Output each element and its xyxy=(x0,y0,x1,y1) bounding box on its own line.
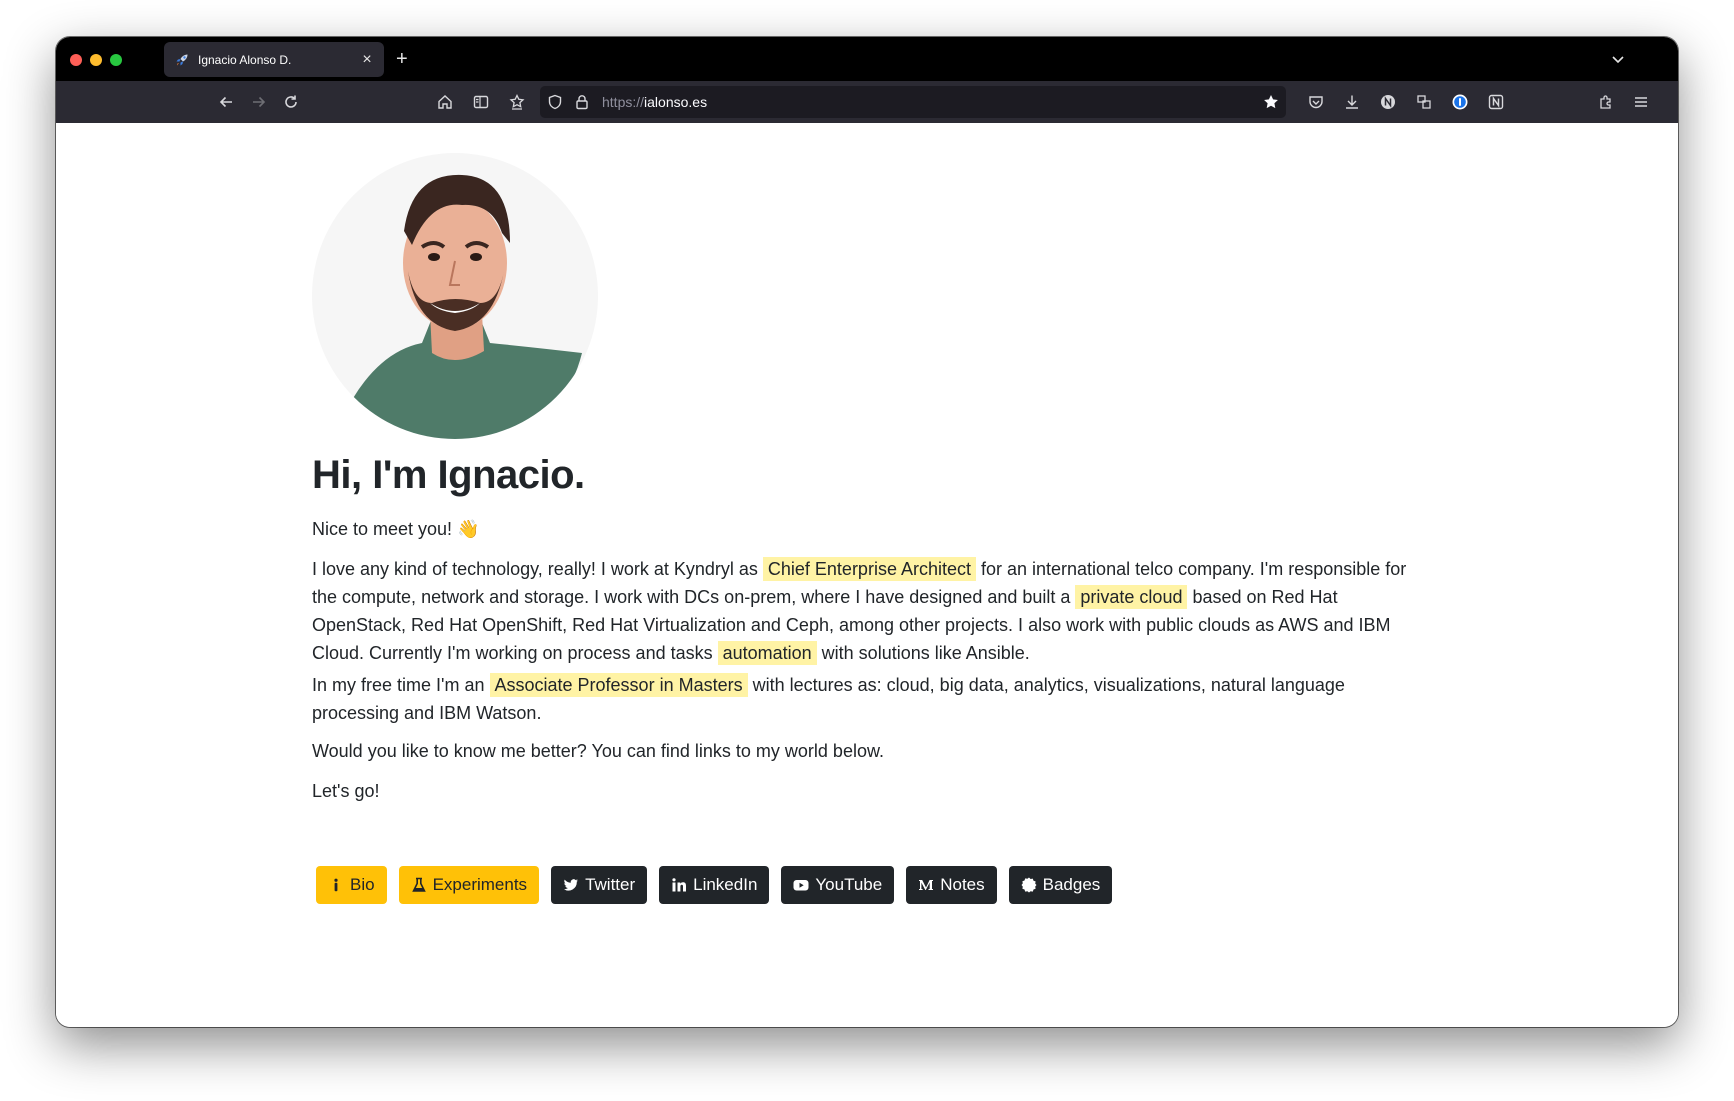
bio-button-label: Bio xyxy=(350,875,375,894)
tab-title: Ignacio Alonso D. xyxy=(198,52,292,67)
lock-icon[interactable] xyxy=(573,93,591,111)
youtube-icon xyxy=(793,877,809,893)
hamburger-menu-icon[interactable] xyxy=(1632,93,1650,111)
page-content: Hi, I'm Ignacio. Nice to meet you! 👋 I l… xyxy=(56,123,1678,1027)
certificate-icon xyxy=(1021,877,1037,893)
medium-icon xyxy=(918,877,934,893)
badges-button-label: Badges xyxy=(1042,875,1101,894)
reload-icon[interactable] xyxy=(282,93,300,111)
link-buttons: Bio Experiments Twitter LinkedIn YouTube… xyxy=(316,866,1113,904)
page-title: Hi, I'm Ignacio. xyxy=(312,453,585,497)
highlight-private-cloud: private cloud xyxy=(1075,585,1188,609)
back-arrow-icon[interactable] xyxy=(217,93,235,111)
bookmark-star-icon[interactable] xyxy=(1262,93,1280,111)
tab-close-button[interactable]: × xyxy=(356,51,378,68)
experiments-button[interactable]: Experiments xyxy=(398,866,540,904)
intro-paragraph: I love any kind of technology, really! I… xyxy=(312,555,1422,667)
shield-icon[interactable] xyxy=(546,93,564,111)
free-time-paragraph: In my free time I'm an Associate Profess… xyxy=(312,671,1422,727)
notes-button-label: Notes xyxy=(940,875,985,894)
url-bar[interactable]: https://ialonso.es xyxy=(540,86,1286,118)
experiments-button-label: Experiments xyxy=(432,875,528,894)
forward-arrow-icon[interactable] xyxy=(250,93,268,111)
avatar xyxy=(312,153,598,439)
greeting-text: Nice to meet you! 👋 xyxy=(312,519,480,539)
extension-n-icon[interactable] xyxy=(1379,93,1397,111)
url-text[interactable]: https://ialonso.es xyxy=(602,94,707,110)
tab-strip: Ignacio Alonso D. × + xyxy=(56,37,1678,81)
free-time-text: In my free time I'm an xyxy=(312,675,490,695)
extensions-puzzle-icon[interactable] xyxy=(1597,93,1615,111)
twitter-icon xyxy=(563,877,579,893)
browser-window: Ignacio Alonso D. × + https://ialonso.es… xyxy=(56,37,1678,1027)
notion-icon[interactable] xyxy=(1487,93,1505,111)
twitter-button[interactable]: Twitter xyxy=(551,866,648,904)
pocket-icon[interactable] xyxy=(1307,93,1325,111)
new-tab-button[interactable]: + xyxy=(396,49,408,69)
youtube-button-label: YouTube xyxy=(815,875,883,894)
flask-icon xyxy=(411,877,427,893)
url-host: ialonso.es xyxy=(644,94,708,110)
highlight-automation: automation xyxy=(717,641,817,665)
highlight-chief-enterprise-architect: Chief Enterprise Architect xyxy=(762,557,976,581)
browser-tab[interactable]: Ignacio Alonso D. × xyxy=(164,42,384,77)
navigation-toolbar: https://ialonso.es xyxy=(56,81,1678,123)
notes-button[interactable]: Notes xyxy=(906,866,997,904)
badges-button[interactable]: Badges xyxy=(1008,866,1113,904)
home-icon[interactable] xyxy=(436,93,454,111)
minimize-window-button[interactable] xyxy=(90,54,102,66)
know-me-paragraph: Would you like to know me better? You ca… xyxy=(312,741,884,761)
close-window-button[interactable] xyxy=(70,54,82,66)
screenshot-icon[interactable] xyxy=(1415,93,1433,111)
linkedin-button[interactable]: LinkedIn xyxy=(659,866,770,904)
chevron-down-icon[interactable] xyxy=(1610,51,1626,67)
download-icon[interactable] xyxy=(1343,93,1361,111)
linkedin-button-label: LinkedIn xyxy=(693,875,758,894)
sidebar-icon[interactable] xyxy=(472,93,490,111)
lets-go-text: Let's go! xyxy=(312,781,380,801)
info-icon xyxy=(328,877,344,893)
url-scheme: https:// xyxy=(602,94,645,110)
bio-button[interactable]: Bio xyxy=(316,866,387,904)
maximize-window-button[interactable] xyxy=(110,54,122,66)
intro-text: I love any kind of technology, really! I… xyxy=(312,559,763,579)
youtube-button[interactable]: YouTube xyxy=(781,866,895,904)
intro-text: with solutions like Ansible. xyxy=(816,643,1030,663)
twitter-button-label: Twitter xyxy=(585,875,636,894)
highlight-associate-professor: Associate Professor in Masters xyxy=(489,673,748,697)
rocket-icon xyxy=(174,52,190,68)
password-manager-icon[interactable] xyxy=(1451,93,1469,111)
linkedin-icon xyxy=(671,877,687,893)
extension-pin-icon[interactable] xyxy=(508,93,526,111)
